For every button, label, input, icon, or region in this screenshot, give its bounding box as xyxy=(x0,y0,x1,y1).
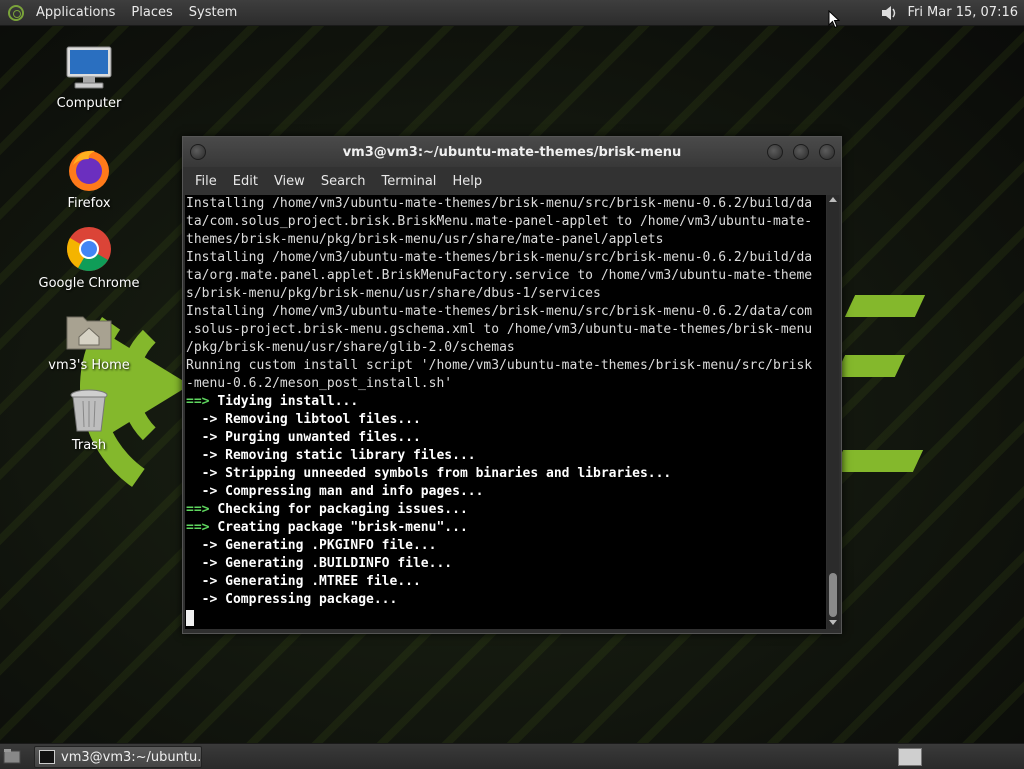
menu-help[interactable]: Help xyxy=(444,174,490,189)
menu-file[interactable]: File xyxy=(187,174,225,189)
terminal-line: -> Purging unwanted files... xyxy=(186,429,826,447)
minimize-button[interactable] xyxy=(767,144,783,160)
desktop-icon-label: Firefox xyxy=(67,196,111,211)
menu-search[interactable]: Search xyxy=(313,174,374,189)
taskbar-terminal-button[interactable]: vm3@vm3:~/ubuntu... xyxy=(34,746,202,768)
terminal-line: -> Generating .PKGINFO file... xyxy=(186,537,826,555)
firefox-icon xyxy=(65,145,113,193)
menu-edit[interactable]: Edit xyxy=(225,174,266,189)
terminal-line: -> Stripping unneeded symbols from binar… xyxy=(186,465,826,483)
window-title: vm3@vm3:~/ubuntu-mate-themes/brisk-menu xyxy=(342,145,682,160)
terminal-line-text: Stripping unneeded symbols from binaries… xyxy=(225,466,672,481)
terminal-cursor-line xyxy=(186,609,826,627)
terminal-line-text: Checking for packaging issues... xyxy=(217,502,468,517)
terminal-output[interactable]: Installing /home/vm3/ubuntu-mate-themes/… xyxy=(185,195,826,629)
terminal-line-prefix: -> xyxy=(186,592,218,607)
text-cursor xyxy=(186,609,194,626)
terminal-line: -menu-0.6.2/meson_post_install.sh' xyxy=(186,376,453,391)
terminal-line: -> Generating .BUILDINFO file... xyxy=(186,555,826,573)
clock[interactable]: Fri Mar 15, 07:16 xyxy=(907,5,1024,20)
terminal-line: .solus-project.brisk-menu.gschema.xml to… xyxy=(186,322,813,337)
terminal-line: s/brisk-menu/pkg/brisk-menu/usr/share/db… xyxy=(186,286,601,301)
menu-applications[interactable]: Applications xyxy=(28,0,123,25)
scroll-down-arrow-icon[interactable] xyxy=(829,620,837,625)
terminal-line: ==> Creating package "brisk-menu"... xyxy=(186,519,826,537)
terminal-line-prefix: ==> xyxy=(186,394,210,409)
volume-icon[interactable] xyxy=(879,3,899,23)
terminal-line-prefix: ==> xyxy=(186,502,210,517)
terminal-line: ta/com.solus_project.brisk.BriskMenu.mat… xyxy=(186,214,813,229)
desktop-icon-computer[interactable]: Computer xyxy=(34,45,144,111)
home-folder-icon xyxy=(65,307,113,355)
terminal-line-text: Generating .PKGINFO file... xyxy=(225,538,437,553)
terminal-line: -> Compressing package... xyxy=(186,591,826,609)
desktop-icon-chrome[interactable]: Google Chrome xyxy=(34,225,144,291)
close-button[interactable] xyxy=(819,144,835,160)
terminal-menubar: File Edit View Search Terminal Help xyxy=(183,167,841,195)
desktop-icon-trash[interactable]: Trash xyxy=(34,387,144,453)
terminal-line: ==> Checking for packaging issues... xyxy=(186,501,826,519)
terminal-line-text: Generating .BUILDINFO file... xyxy=(225,556,453,571)
terminal-line-text: Creating package "brisk-menu"... xyxy=(217,520,468,535)
terminal-window[interactable]: vm3@vm3:~/ubuntu-mate-themes/brisk-menu … xyxy=(182,136,842,634)
desktop-icon-label: vm3's Home xyxy=(48,358,130,373)
terminal-line-text: Compressing man and info pages... xyxy=(225,484,484,499)
terminal-line: Installing /home/vm3/ubuntu-mate-themes/… xyxy=(186,304,813,319)
terminal-line: themes/brisk-menu/pkg/brisk-menu/usr/sha… xyxy=(186,232,664,247)
chrome-icon xyxy=(65,225,113,273)
scroll-up-arrow-icon[interactable] xyxy=(829,197,837,202)
desktop-icon-home[interactable]: vm3's Home xyxy=(34,307,144,373)
terminal-line-prefix: -> xyxy=(186,538,218,553)
taskbar-button-label: vm3@vm3:~/ubuntu... xyxy=(61,749,202,765)
terminal-line-prefix: -> xyxy=(186,466,218,481)
maximize-button[interactable] xyxy=(793,144,809,160)
terminal-icon xyxy=(39,750,55,764)
terminal-line: -> Removing static library files... xyxy=(186,447,826,465)
terminal-line: Running custom install script '/home/vm3… xyxy=(186,358,813,373)
terminal-line-prefix: -> xyxy=(186,484,218,499)
terminal-line-text: Tidying install... xyxy=(217,394,359,409)
terminal-line: ==> Tidying install... xyxy=(186,393,826,411)
show-desktop-icon[interactable] xyxy=(3,748,21,764)
terminal-line-prefix: -> xyxy=(186,412,218,427)
terminal-line-text: Generating .MTREE file... xyxy=(225,574,421,589)
desktop-icon-label: Computer xyxy=(56,96,122,111)
terminal-line-text: Purging unwanted files... xyxy=(225,430,421,445)
terminal-line: -> Generating .MTREE file... xyxy=(186,573,826,591)
terminal-line: /pkg/brisk-menu/usr/share/glib-2.0/schem… xyxy=(186,340,515,355)
bottom-panel: vm3@vm3:~/ubuntu... xyxy=(0,743,1024,769)
terminal-line-prefix: -> xyxy=(186,574,218,589)
terminal-line: -> Removing libtool files... xyxy=(186,411,826,429)
terminal-line-text: Removing static library files... xyxy=(225,448,476,463)
terminal-line: Installing /home/vm3/ubuntu-mate-themes/… xyxy=(186,250,813,265)
scrollbar-thumb[interactable] xyxy=(829,573,837,617)
terminal-line-prefix: ==> xyxy=(186,520,210,535)
terminal-line-prefix: -> xyxy=(186,430,218,445)
terminal-line: -> Compressing man and info pages... xyxy=(186,483,826,501)
computer-icon xyxy=(65,45,113,93)
workspace-switcher[interactable] xyxy=(898,748,922,766)
menu-view[interactable]: View xyxy=(266,174,313,189)
terminal-line-text: Compressing package... xyxy=(225,592,398,607)
terminal-lines: Installing /home/vm3/ubuntu-mate-themes/… xyxy=(186,195,826,609)
terminal-line-text: Removing libtool files... xyxy=(225,412,421,427)
desktop-icon-label: Trash xyxy=(71,438,107,453)
mouse-cursor-icon xyxy=(828,10,840,29)
terminal-line: ta/org.mate.panel.applet.BriskMenuFactor… xyxy=(186,268,813,283)
terminal-line-prefix: -> xyxy=(186,448,218,463)
terminal-line: Installing /home/vm3/ubuntu-mate-themes/… xyxy=(186,196,813,211)
trash-icon xyxy=(65,387,113,435)
menu-system[interactable]: System xyxy=(181,0,245,25)
terminal-line-prefix: -> xyxy=(186,556,218,571)
desktop-icon-firefox[interactable]: Firefox xyxy=(34,145,144,211)
top-panel: Applications Places System Fri Mar 15, 0… xyxy=(0,0,1024,26)
terminal-titlebar[interactable]: vm3@vm3:~/ubuntu-mate-themes/brisk-menu xyxy=(183,137,841,167)
mate-logo-icon[interactable] xyxy=(8,4,24,21)
desktop-icon-label: Google Chrome xyxy=(38,276,140,291)
menu-terminal[interactable]: Terminal xyxy=(373,174,444,189)
menu-places[interactable]: Places xyxy=(123,0,180,25)
terminal-scrollbar[interactable] xyxy=(827,195,839,629)
